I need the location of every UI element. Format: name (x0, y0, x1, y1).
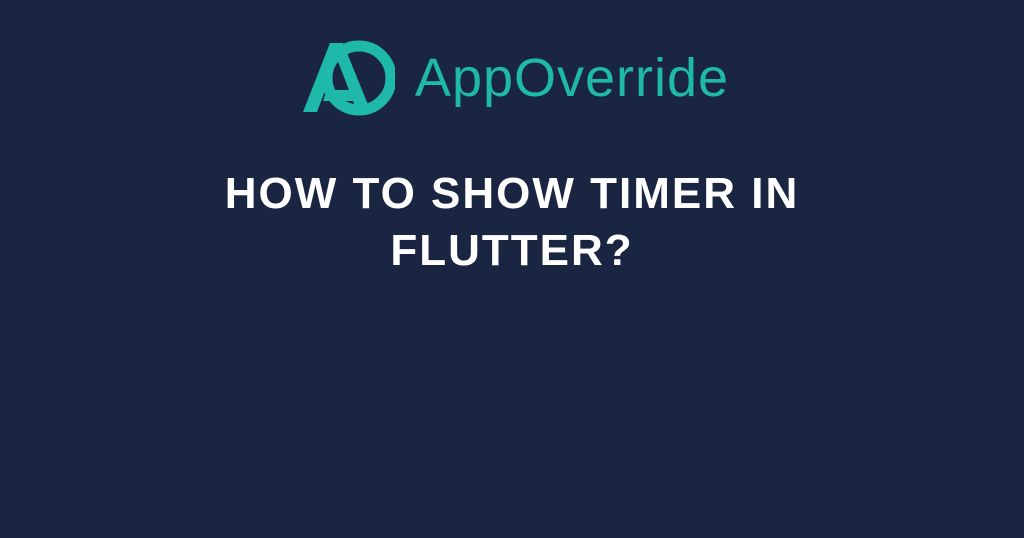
brand-name: AppOverride (415, 47, 729, 109)
page-headline: HOW TO SHOW TIMER IN FLUTTER? (112, 165, 912, 279)
logo-icon (295, 35, 395, 120)
logo-container: AppOverride (295, 35, 729, 120)
